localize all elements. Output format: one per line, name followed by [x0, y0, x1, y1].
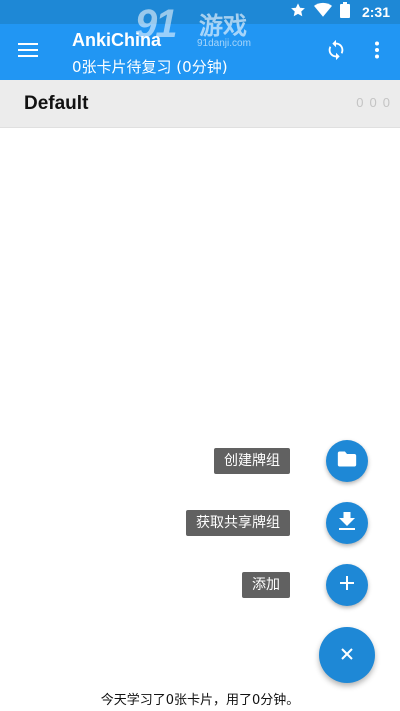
deck-new-count: 0: [356, 95, 364, 110]
due-cards-subtitle: 0张卡片待复习 (0分钟): [72, 58, 228, 76]
today-stats-text: 今天学习了0张卡片，用了0分钟。: [100, 693, 300, 708]
more-vert-icon: [374, 41, 380, 63]
download-icon: [339, 512, 355, 534]
deck-counts: 0 0 0: [356, 95, 390, 110]
menu-button[interactable]: [10, 34, 46, 70]
create-deck-button[interactable]: [326, 440, 368, 482]
shared-decks-label[interactable]: 获取共享牌组: [186, 510, 290, 536]
wifi-icon: [313, 2, 332, 22]
folder-icon: [337, 450, 357, 472]
sync-icon: [325, 39, 347, 65]
status-time: 2:31: [361, 4, 390, 20]
battery-icon: [339, 2, 350, 22]
app-title: AnkiChina: [72, 30, 162, 50]
deck-review-count: 0: [382, 95, 390, 110]
status-bar: 2:31: [0, 0, 400, 24]
plus-icon: [339, 575, 355, 595]
close-icon: [340, 646, 354, 665]
deck-learning-count: 0: [369, 95, 377, 110]
app-toolbar: AnkiChina 0张卡片待复习 (0分钟): [0, 24, 400, 80]
create-deck-label[interactable]: 创建牌组: [214, 448, 290, 474]
shared-decks-button[interactable]: [326, 502, 368, 544]
deck-name: Default: [24, 93, 89, 114]
deck-picker-screen: 2:31 AnkiChina 0张卡片待复习 (0分钟) 91 游戏 91dan…: [0, 0, 400, 711]
fab-close-button[interactable]: [319, 627, 375, 683]
more-options-button[interactable]: [362, 34, 392, 70]
deck-row-default[interactable]: Default 0 0 0: [0, 80, 400, 128]
add-note-button[interactable]: [326, 564, 368, 606]
status-icons: 2:31: [290, 2, 390, 22]
sync-button[interactable]: [318, 34, 354, 70]
add-note-label[interactable]: 添加: [242, 572, 290, 598]
menu-icon: [18, 42, 38, 62]
star-icon: [290, 2, 306, 22]
